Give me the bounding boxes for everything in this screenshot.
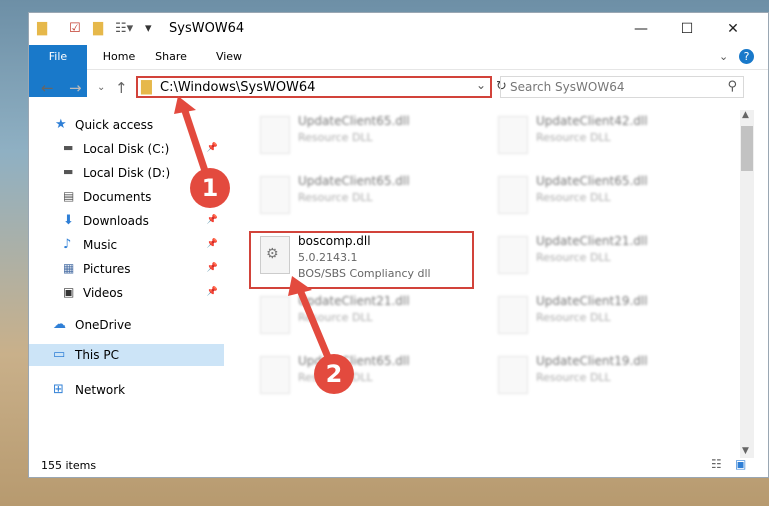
annotation-arrow-2: [296, 288, 334, 364]
annotation-arrowhead-1: [174, 96, 196, 114]
annotation-badge-1: 1: [190, 168, 230, 208]
annotation-badge-2: 2: [314, 354, 354, 394]
annotation-arrows: [174, 96, 334, 364]
annotation-arrowhead-2: [288, 276, 312, 296]
